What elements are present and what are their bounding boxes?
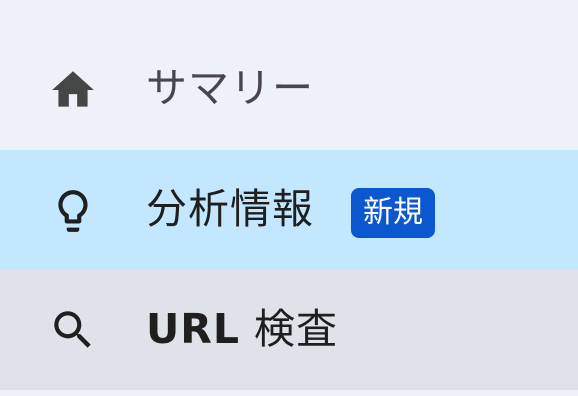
nav-item-url-inspection[interactable]: URL 検査 (0, 270, 578, 390)
nav-item-summary-label: サマリー (146, 64, 314, 112)
url-text: URL (146, 305, 240, 353)
sidebar-nav: サマリー 分析情報 新規 URL 検査 (0, 0, 578, 396)
search-icon (48, 305, 98, 355)
nav-item-insights[interactable]: 分析情報 新規 (0, 150, 578, 270)
nav-item-insights-label: 分析情報 (146, 185, 314, 233)
nav-item-url-inspection-label: URL 検査 (146, 309, 338, 350)
lightbulb-icon (48, 186, 98, 236)
bottom-strip (0, 390, 578, 396)
home-icon (48, 65, 98, 115)
inspection-text: 検査 (240, 305, 339, 353)
new-badge: 新規 (351, 188, 435, 238)
nav-item-summary[interactable]: サマリー (0, 30, 578, 150)
